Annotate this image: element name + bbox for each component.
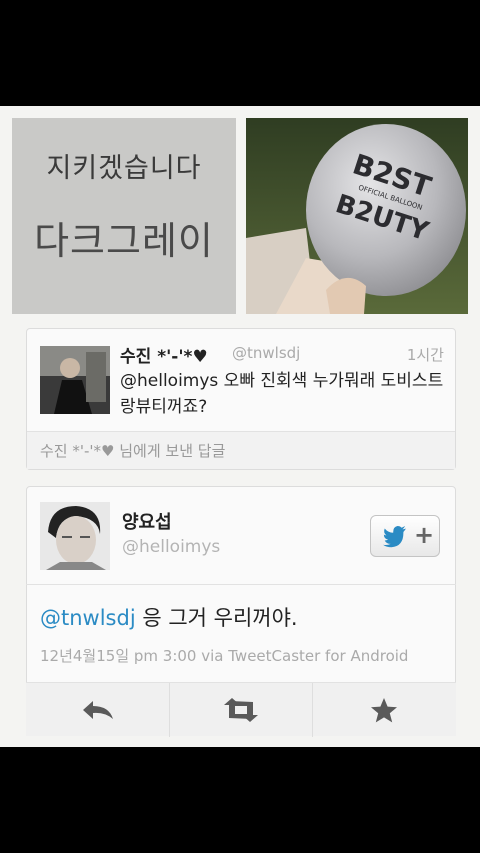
balloon-illustration: B2ST OFFICIAL BALLOON B2UTY (246, 118, 468, 314)
twitter-bird-icon (383, 526, 406, 548)
quote-line-1: 지키겠습니다 (46, 153, 202, 184)
follow-plus: + (414, 521, 435, 549)
reply-button[interactable] (26, 683, 169, 737)
avatar-photo (40, 346, 110, 414)
favorite-star-icon (371, 698, 397, 723)
tweet-time: 1시간 (406, 346, 444, 364)
tweet-author-name[interactable]: 양요섭 (122, 508, 172, 534)
mention-link[interactable]: @tnwlsdj (40, 606, 136, 630)
divider (26, 584, 456, 585)
follow-button[interactable]: + (370, 515, 440, 557)
reply-icon (82, 701, 113, 719)
favorite-button[interactable] (312, 683, 455, 737)
avatar[interactable] (40, 346, 110, 414)
tweet-meta: 12년4월15일 pm 3:00 via TweetCaster for And… (40, 647, 409, 665)
tweet-author-name[interactable]: 수진 *'-'*♥ (120, 342, 208, 367)
tweet-body: 응 그거 우리꺼야. (135, 606, 298, 630)
quote-image: 지키겠습니다 다크그레이 (12, 118, 236, 314)
avatar-photo (40, 502, 110, 570)
tweet-author-handle[interactable]: @tnwlsdj (232, 344, 300, 362)
balloon-photo: B2ST OFFICIAL BALLOON B2UTY (246, 118, 468, 314)
tweet-text: @helloimys 오빠 진회색 누가뭐래 도비스트랑뷰티꺼죠? (120, 371, 444, 417)
tweet-text: @tnwlsdj 응 그거 우리꺼야. (40, 602, 298, 632)
avatar[interactable] (40, 502, 110, 570)
retweet-button[interactable] (169, 683, 312, 737)
retweet-icon (224, 698, 258, 722)
quote-line-2: 다크그레이 (34, 219, 214, 263)
reply-note: 수진 *'-'*♥ 님에게 보낸 답글 (40, 442, 226, 460)
tweet-author-handle[interactable]: @helloimys (122, 537, 220, 557)
tweet-actions (26, 682, 456, 737)
